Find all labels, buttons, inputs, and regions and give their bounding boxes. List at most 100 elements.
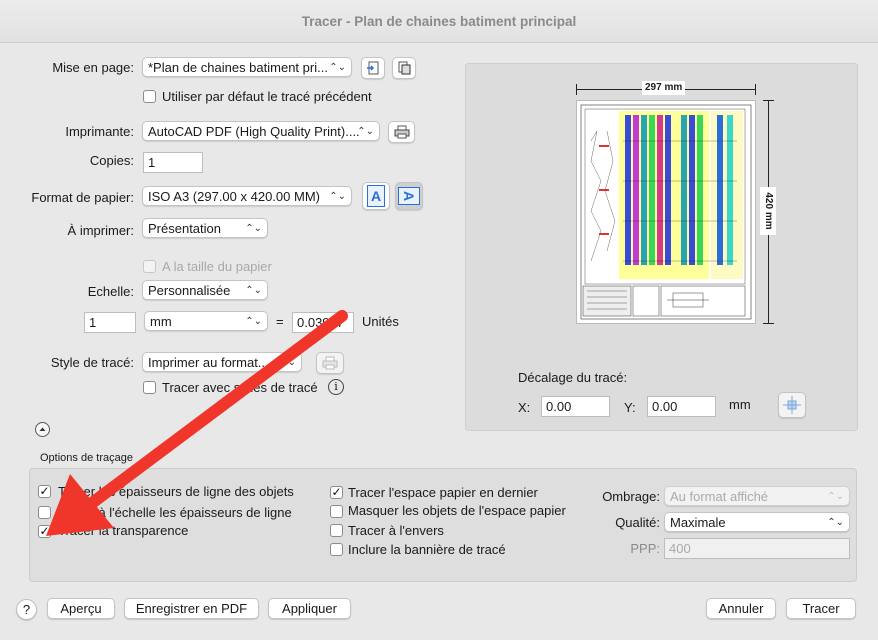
units-label: Unités: [362, 314, 399, 329]
plot-style-select[interactable]: Imprimer au format... ⌃⌄: [142, 352, 302, 372]
landscape-orientation-button[interactable]: A: [395, 182, 423, 210]
page-setup-select[interactable]: *Plan de chaines batiment pri... ⌃⌄: [142, 57, 352, 77]
shading-value: Au format affiché: [670, 489, 769, 504]
use-previous-label: Utiliser par défaut le tracé précédent: [162, 89, 372, 104]
scale-select[interactable]: Personnalisée ⌃⌄: [142, 280, 268, 300]
collapse-options-button[interactable]: [35, 422, 50, 437]
cancel-button[interactable]: Annuler: [706, 598, 776, 619]
offset-y-label: Y:: [624, 400, 636, 415]
save-pdf-button[interactable]: Enregistrer en PDF: [124, 598, 259, 619]
offset-x-input[interactable]: 0.00: [541, 396, 610, 417]
chevron-updown-icon: ⌃⌄: [329, 191, 346, 202]
center-plot-button[interactable]: [778, 392, 806, 418]
hide-paperspace-objects-checkbox[interactable]: [330, 505, 343, 518]
height-dimension-label: 420 mm: [760, 187, 776, 235]
what-to-print-value: Présentation: [148, 221, 221, 236]
width-dimension-label: 297 mm: [642, 81, 686, 95]
plot-with-styles-checkbox[interactable]: [143, 381, 156, 394]
plot-transparency-label: Tracer la transparence: [58, 523, 189, 538]
printer-properties-button[interactable]: [388, 121, 415, 143]
shading-label: Ombrage:: [602, 489, 660, 504]
use-previous-checkbox[interactable]: [143, 90, 156, 103]
printer-select[interactable]: AutoCAD PDF (High Quality Print).... ⌃⌄: [142, 121, 380, 141]
edit-plot-style-button[interactable]: [316, 352, 344, 374]
printer-edit-icon: [322, 356, 338, 370]
plot-style-value: Imprimer au format...: [148, 355, 269, 370]
plot-with-styles-label: Tracer avec styles de tracé: [162, 380, 318, 395]
plot-upside-down-checkbox[interactable]: [330, 524, 343, 537]
page-setup-manager-button[interactable]: [392, 57, 416, 79]
page-setup-value: *Plan de chaines batiment pri...: [148, 60, 328, 75]
dpi-label: PPP:: [630, 541, 660, 556]
scale-lineweights-checkbox[interactable]: [38, 506, 51, 519]
offset-y-input[interactable]: 0.00: [647, 396, 716, 417]
plot-stamp-label: Inclure la bannière de tracé: [348, 542, 506, 557]
offset-x-label: X:: [518, 400, 531, 415]
plot-offset-title: Décalage du tracé:: [518, 370, 628, 385]
drawing-thumbnail: [580, 104, 752, 320]
window-title: Tracer - Plan de chaines batiment princi…: [0, 0, 878, 43]
width-dimension: 297 mm: [576, 79, 756, 99]
paper-select[interactable]: ISO A3 (297.00 x 420.00 MM) ⌃⌄: [142, 186, 352, 206]
paper-value: ISO A3 (297.00 x 420.00 MM): [148, 189, 320, 204]
fit-to-paper-checkbox[interactable]: [143, 260, 156, 273]
chevron-updown-icon: ⌃⌄: [245, 285, 262, 296]
info-icon[interactable]: i: [328, 379, 344, 395]
chevron-updown-icon: ⌃⌄: [245, 223, 262, 234]
portrait-orientation-button[interactable]: A: [362, 182, 390, 210]
height-dimension: 420 mm: [758, 100, 778, 324]
printer-value: AutoCAD PDF (High Quality Print)....: [148, 124, 360, 139]
help-button[interactable]: ?: [16, 599, 37, 620]
import-page-setup-button[interactable]: [361, 57, 385, 79]
plot-lineweights-label: Tracer les épaisseurs de ligne des objet…: [58, 484, 294, 499]
scale-numerator-input[interactable]: 1: [84, 312, 136, 333]
chevron-updown-icon: ⌃⌄: [329, 62, 346, 73]
plot-preview-panel: 297 mm 420 mm Décalage du tracé: X: 0.00…: [465, 63, 858, 431]
page-setup-icon: [398, 61, 411, 75]
plot-style-label: Style de tracé:: [50, 355, 134, 370]
scale-denominator-input[interactable]: 0.03937: [292, 312, 354, 333]
what-to-print-select[interactable]: Présentation ⌃⌄: [142, 218, 268, 238]
portrait-icon: A: [367, 185, 385, 207]
scale-value: Personnalisée: [148, 283, 231, 298]
plot-paperspace-last-checkbox[interactable]: ✓: [330, 486, 343, 499]
preview-button[interactable]: Aperçu: [47, 598, 115, 619]
plot-options-title: Options de traçage: [40, 452, 133, 464]
quality-label: Qualité:: [615, 515, 660, 530]
apply-button[interactable]: Appliquer: [268, 598, 351, 619]
quality-value: Maximale: [670, 515, 726, 530]
fit-to-paper-label: A la taille du papier: [162, 259, 272, 274]
dpi-input[interactable]: 400: [664, 538, 850, 559]
paper-label: Format de papier:: [31, 190, 134, 205]
scale-unit-select[interactable]: mm ⌃⌄: [144, 311, 268, 331]
plot-stamp-checkbox[interactable]: [330, 543, 343, 556]
chevron-updown-icon: ⌃⌄: [279, 357, 296, 368]
plot-button[interactable]: Tracer: [786, 598, 856, 619]
chevron-updown-icon: ⌃⌄: [827, 491, 844, 502]
page-setup-label: Mise en page:: [52, 60, 134, 75]
plot-upside-down-label: Tracer à l'envers: [348, 523, 444, 538]
scale-lineweights-label: Mettre à l'échelle les épaisseurs de lig…: [58, 505, 292, 520]
landscape-icon: A: [398, 187, 420, 205]
plot-transparency-checkbox[interactable]: ✓: [38, 525, 51, 538]
copies-input[interactable]: 1: [143, 152, 203, 173]
chevron-updown-icon: ⌃⌄: [827, 517, 844, 528]
printer-icon: [394, 125, 409, 139]
center-plot-icon: [783, 396, 801, 414]
scale-label: Echelle:: [87, 284, 134, 299]
scale-unit-value: mm: [150, 314, 172, 329]
scale-equals: =: [276, 314, 284, 329]
plot-paperspace-last-label: Tracer l'espace papier en dernier: [348, 485, 538, 500]
plot-lineweights-checkbox[interactable]: ✓: [38, 485, 51, 498]
printer-label: Imprimante:: [65, 124, 134, 139]
offset-unit-label: mm: [729, 397, 751, 412]
hide-paperspace-objects-label: Masquer les objets de l'espace papier: [348, 503, 566, 518]
shading-select[interactable]: Au format affiché ⌃⌄: [664, 486, 850, 506]
chevron-updown-icon: ⌃⌄: [245, 316, 262, 327]
chevron-updown-icon: ⌃⌄: [357, 126, 374, 137]
chevron-up-icon: [39, 427, 46, 431]
import-icon: [367, 61, 379, 75]
what-to-print-label: À imprimer:: [67, 223, 134, 238]
copies-label: Copies:: [89, 153, 134, 168]
quality-select[interactable]: Maximale ⌃⌄: [664, 512, 850, 532]
